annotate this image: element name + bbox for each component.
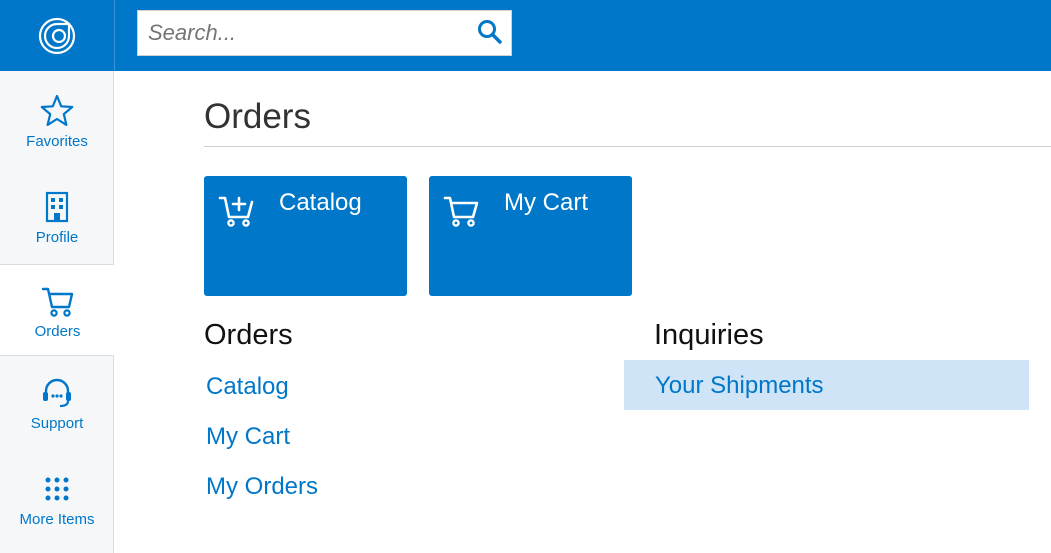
sidebar-item-profile[interactable]: Profile — [0, 189, 114, 246]
search-input[interactable] — [138, 11, 468, 55]
acumatica-logo-icon — [38, 17, 76, 54]
top-bar — [114, 0, 1051, 71]
link-your-shipments[interactable]: Your Shipments — [655, 372, 824, 400]
sidebar-item-more-items[interactable]: More Items — [0, 471, 114, 528]
sidebar-item-label: Profile — [35, 229, 79, 246]
section-title-orders: Orders — [204, 319, 293, 351]
cart-plus-icon — [218, 196, 254, 227]
sidebar-item-label: Support — [30, 415, 84, 432]
sidebar-item-label: More Items — [19, 511, 95, 528]
tile-label: My Cart — [504, 189, 588, 216]
search-icon — [478, 20, 502, 44]
main-content: Orders Catalog My Cart Orders Catalog My… — [114, 71, 1051, 553]
sidebar-item-support[interactable]: Support — [0, 375, 114, 432]
sidebar-item-orders[interactable]: Orders — [0, 264, 115, 356]
grid-dots-icon — [45, 477, 69, 501]
sidebar-item-favorites[interactable]: Favorites — [0, 93, 114, 150]
tile-label: Catalog — [279, 189, 362, 216]
section-title-inquiries: Inquiries — [654, 319, 764, 351]
tile-catalog[interactable]: Catalog — [204, 176, 407, 296]
title-divider — [204, 146, 1051, 147]
search-box — [137, 10, 512, 56]
search-button[interactable] — [475, 17, 505, 47]
link-my-orders[interactable]: My Orders — [206, 473, 318, 501]
star-icon — [40, 94, 74, 126]
sidebar: Favorites Profile Orders Support More It… — [0, 71, 115, 553]
page-title: Orders — [204, 97, 311, 136]
app-logo[interactable] — [0, 0, 114, 71]
cart-icon — [41, 287, 73, 317]
link-catalog[interactable]: Catalog — [206, 373, 289, 401]
cart-icon — [443, 196, 479, 227]
list-item-your-shipments[interactable]: Your Shipments — [624, 360, 1029, 410]
headset-icon — [43, 378, 71, 408]
tile-my-cart[interactable]: My Cart — [429, 176, 632, 296]
link-my-cart[interactable]: My Cart — [206, 423, 290, 451]
building-icon — [45, 191, 69, 223]
sidebar-item-label: Orders — [34, 323, 81, 340]
sidebar-item-label: Favorites — [26, 133, 88, 150]
